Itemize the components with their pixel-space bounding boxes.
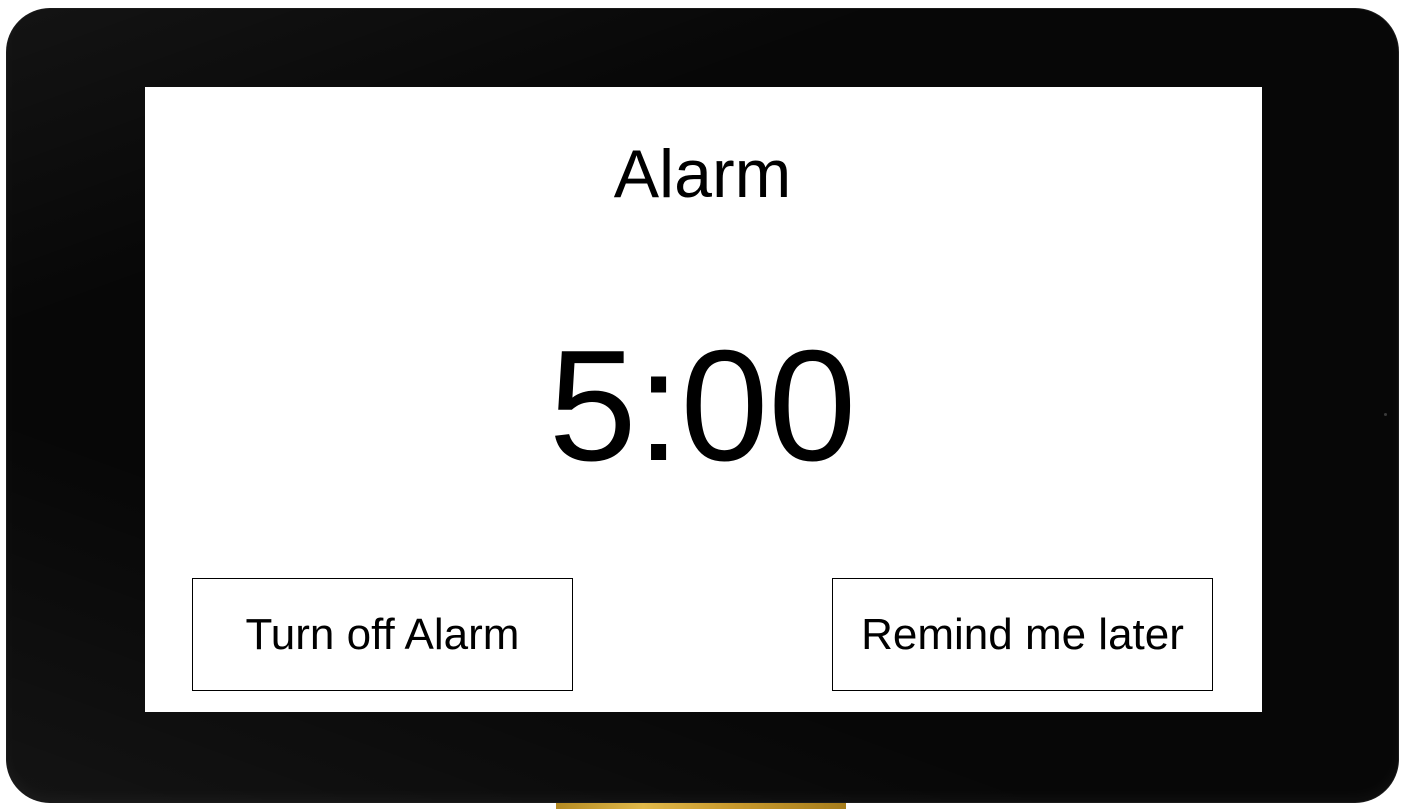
alarm-time: 5:00 — [548, 318, 857, 494]
device-photo: Alarm 5:00 Turn off Alarm Remind me late… — [0, 0, 1405, 809]
turn-off-alarm-button[interactable]: Turn off Alarm — [192, 578, 573, 691]
alarm-title: Alarm — [613, 136, 792, 212]
remind-me-later-button[interactable]: Remind me later — [832, 578, 1213, 691]
